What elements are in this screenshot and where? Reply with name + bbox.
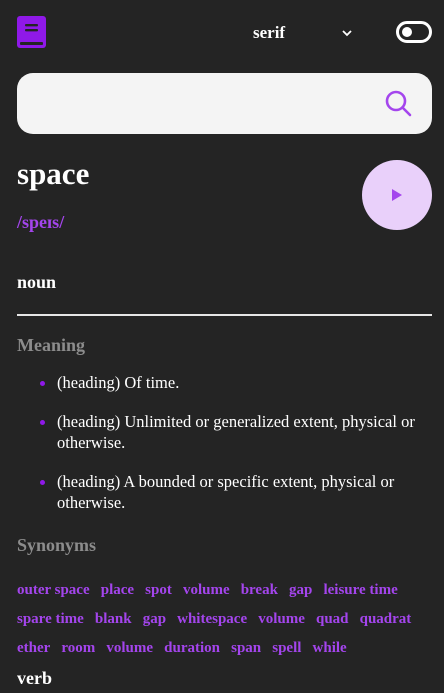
play-icon (392, 189, 402, 201)
synonym-link[interactable]: ether (17, 634, 50, 662)
synonym-link[interactable]: spot (145, 576, 172, 604)
synonym-link[interactable]: while (313, 634, 347, 662)
bullet-icon (40, 381, 45, 386)
bullet-icon (40, 480, 45, 485)
synonym-link[interactable]: gap (143, 605, 166, 633)
book-icon (17, 16, 46, 48)
meaning-label: Meaning (17, 335, 86, 355)
definition-text: (heading) A bounded or specific extent, … (57, 472, 395, 512)
search-icon[interactable] (385, 90, 412, 117)
search-input[interactable] (35, 73, 379, 136)
part-of-speech-verb: verb (17, 668, 52, 688)
synonyms-label: Synonyms (17, 535, 97, 555)
search-bar (17, 73, 432, 136)
synonym-link[interactable]: gap (289, 576, 312, 604)
synonym-link[interactable]: leisure time (323, 576, 397, 604)
definition-item: (heading) A bounded or specific extent, … (17, 471, 432, 513)
synonym-link[interactable]: spell (272, 634, 301, 662)
synonym-link[interactable]: volume (183, 576, 230, 604)
font-select-value: serif (253, 23, 286, 42)
synonym-link[interactable]: place (101, 576, 134, 604)
synonym-link[interactable]: quad (316, 605, 349, 633)
synonym-link[interactable]: break (241, 576, 278, 604)
theme-toggle[interactable] (396, 21, 432, 43)
dictionary-page: serif space /speɪs/ noun Meaning (headin… (0, 0, 444, 693)
word-title: space (17, 156, 90, 191)
definition-item: (heading) Of time. (17, 372, 432, 393)
synonyms-list: outer space place spot volume break gap … (17, 575, 437, 662)
definition-text: (heading) Of time. (57, 373, 180, 392)
synonym-link[interactable]: whitespace (177, 605, 247, 633)
synonym-link[interactable]: outer space (17, 576, 90, 604)
chevron-down-icon (342, 30, 352, 37)
synonym-link[interactable]: volume (106, 634, 153, 662)
synonym-link[interactable]: blank (95, 605, 132, 633)
part-of-speech-noun: noun (17, 272, 57, 292)
toggle-knob-icon (402, 27, 412, 37)
definition-item: (heading) Unlimited or generalized exten… (17, 411, 432, 453)
synonym-link[interactable]: room (61, 634, 95, 662)
font-select[interactable]: serif (253, 22, 353, 44)
definition-text: (heading) Unlimited or generalized exten… (57, 412, 415, 452)
bullet-icon (40, 420, 45, 425)
synonym-link[interactable]: spare time (17, 605, 84, 633)
synonym-link[interactable]: duration (164, 634, 220, 662)
word-phonetic: /speɪs/ (17, 212, 65, 232)
synonym-link[interactable]: quadrat (360, 605, 412, 633)
synonym-link[interactable]: volume (258, 605, 305, 633)
play-button[interactable] (362, 160, 432, 230)
header: serif (17, 16, 432, 50)
synonym-link[interactable]: span (231, 634, 261, 662)
divider (17, 314, 432, 316)
definition-list: (heading) Of time. (heading) Unlimited o… (17, 372, 432, 531)
